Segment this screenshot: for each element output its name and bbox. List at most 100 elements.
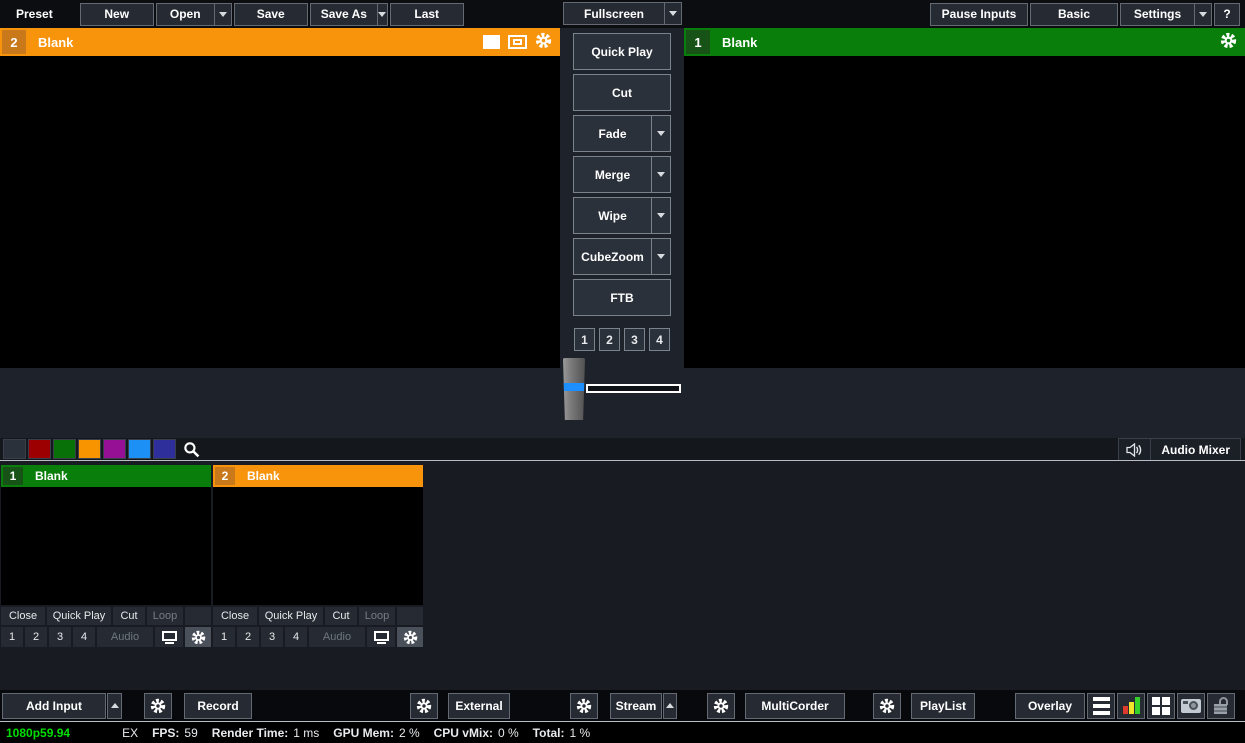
input-2-audio-button[interactable]: Audio	[309, 627, 365, 647]
chevron-down-icon	[669, 11, 677, 16]
record-settings-button[interactable]	[144, 692, 172, 719]
input-2-overlay-2-button[interactable]: 2	[237, 627, 259, 647]
merge-dropdown[interactable]	[651, 157, 670, 192]
grid-icon	[1152, 696, 1170, 715]
gear-icon	[403, 630, 417, 644]
fullscreen-button[interactable]: Fullscreen	[563, 2, 682, 25]
input-1-overlay-4-button[interactable]: 4	[73, 627, 95, 647]
record-button[interactable]: Record	[184, 692, 252, 719]
fade-button[interactable]: Fade	[573, 115, 671, 152]
stream-settings-button[interactable]	[570, 692, 598, 719]
input-2-quick-play-button[interactable]: Quick Play	[259, 607, 323, 625]
open-button[interactable]: Open	[155, 2, 232, 26]
category-swatch-green[interactable]	[53, 439, 76, 459]
input-2-overlay-3-button[interactable]: 3	[261, 627, 283, 647]
overlay-button[interactable]: Overlay	[1015, 692, 1085, 719]
stream-button[interactable]: Stream	[610, 692, 662, 719]
input-1-settings-button[interactable]	[185, 627, 211, 647]
input-1-overlay-1-button[interactable]: 1	[1, 627, 23, 647]
save-button[interactable]: Save	[233, 2, 308, 26]
open-dropdown[interactable]	[213, 3, 231, 25]
quick-play-button[interactable]: Quick Play	[573, 33, 671, 70]
input-2-thumbnail[interactable]	[213, 487, 423, 605]
input-2-settings-button[interactable]	[397, 627, 423, 647]
multicorder-button[interactable]: MultiCorder	[745, 692, 845, 719]
shortcuts-menu-button[interactable]	[1087, 692, 1115, 719]
input-2-cut-button[interactable]: Cut	[325, 607, 357, 625]
external-settings-button[interactable]	[410, 692, 438, 719]
new-button[interactable]: New	[79, 2, 154, 26]
playlist-settings-button[interactable]	[873, 692, 901, 719]
ftb-button[interactable]: FTB	[573, 279, 671, 316]
preview-video-area[interactable]	[0, 56, 560, 368]
input-1-overlay-2-button[interactable]: 2	[25, 627, 47, 647]
multicorder-settings-button[interactable]	[707, 692, 735, 719]
lock-button[interactable]	[1207, 692, 1235, 719]
record-label: Record	[197, 698, 239, 713]
basic-button[interactable]: Basic	[1030, 2, 1118, 26]
input-2-close-button[interactable]: Close	[213, 607, 257, 625]
tbar-track[interactable]	[586, 384, 681, 393]
settings-button[interactable]: Settings	[1120, 2, 1212, 26]
input-2-controls-row2: 1 2 3 4 Audio	[213, 627, 423, 647]
fade-dropdown[interactable]	[651, 116, 670, 151]
color-bars-icon[interactable]	[483, 35, 500, 49]
cubezoom-button[interactable]: CubeZoom	[573, 238, 671, 275]
input-1-fullscreen-button[interactable]	[155, 627, 183, 647]
wipe-button[interactable]: Wipe	[573, 197, 671, 234]
save-as-dropdown[interactable]	[376, 3, 387, 25]
input-1-cut-button[interactable]: Cut	[113, 607, 145, 625]
input-2-header[interactable]: 2 Blank	[213, 465, 423, 487]
snapshot-button[interactable]	[1177, 692, 1205, 719]
gear-icon	[191, 630, 205, 644]
input-1-close-button[interactable]: Close	[1, 607, 45, 625]
external-button[interactable]: External	[448, 692, 510, 719]
input-1-header[interactable]: 1 Blank	[1, 465, 211, 487]
input-2-controls-filler	[397, 607, 423, 625]
fullscreen-monitor-icon[interactable]	[508, 35, 527, 49]
category-swatch-navy[interactable]	[153, 439, 176, 459]
gear-icon[interactable]	[535, 32, 552, 52]
last-button[interactable]: Last	[389, 2, 464, 26]
add-input-button[interactable]: Add Input	[2, 692, 106, 719]
input-1-audio-button[interactable]: Audio	[97, 627, 153, 647]
overlay-3-button[interactable]: 3	[624, 328, 645, 351]
category-swatch-all[interactable]	[3, 439, 26, 459]
stream-dropdown[interactable]	[663, 692, 677, 719]
tbar-handle[interactable]	[562, 358, 586, 420]
overlay-2-button[interactable]: 2	[599, 328, 620, 351]
overlay-4-button[interactable]: 4	[649, 328, 670, 351]
input-1-thumbnail[interactable]	[1, 487, 211, 605]
input-2-loop-button[interactable]: Loop	[359, 607, 395, 625]
merge-button[interactable]: Merge	[573, 156, 671, 193]
save-as-button[interactable]: Save As	[309, 2, 388, 26]
add-input-dropdown[interactable]	[107, 692, 122, 719]
program-video-area[interactable]	[684, 56, 1245, 368]
cut-button[interactable]: Cut	[573, 74, 671, 111]
help-button[interactable]: ?	[1214, 2, 1240, 26]
input-2-overlay-4-button[interactable]: 4	[285, 627, 307, 647]
audio-meters-button[interactable]	[1117, 692, 1145, 719]
search-button[interactable]	[179, 439, 203, 459]
fullscreen-dropdown[interactable]	[664, 3, 681, 24]
input-2-overlay-1-button[interactable]: 1	[213, 627, 235, 647]
category-swatch-red[interactable]	[28, 439, 51, 459]
preview-header-icons	[483, 32, 552, 52]
input-1-quick-play-button[interactable]: Quick Play	[47, 607, 111, 625]
cubezoom-dropdown[interactable]	[651, 239, 670, 274]
wipe-dropdown[interactable]	[651, 198, 670, 233]
overlay-1-button[interactable]: 1	[574, 328, 595, 351]
category-swatch-purple[interactable]	[103, 439, 126, 459]
audio-mixer-button[interactable]: Audio Mixer	[1118, 438, 1241, 460]
category-swatch-orange[interactable]	[78, 439, 101, 459]
category-swatch-blue[interactable]	[128, 439, 151, 459]
resolution-status[interactable]: 1080p59.94	[6, 726, 70, 740]
settings-dropdown[interactable]	[1194, 3, 1211, 25]
input-1-loop-button[interactable]: Loop	[147, 607, 183, 625]
input-2-fullscreen-button[interactable]	[367, 627, 395, 647]
gear-icon[interactable]	[1220, 32, 1237, 52]
input-1-overlay-3-button[interactable]: 3	[49, 627, 71, 647]
pause-inputs-button[interactable]: Pause Inputs	[930, 2, 1028, 26]
playlist-button[interactable]: PlayList	[911, 692, 975, 719]
multiview-button[interactable]	[1147, 692, 1175, 719]
